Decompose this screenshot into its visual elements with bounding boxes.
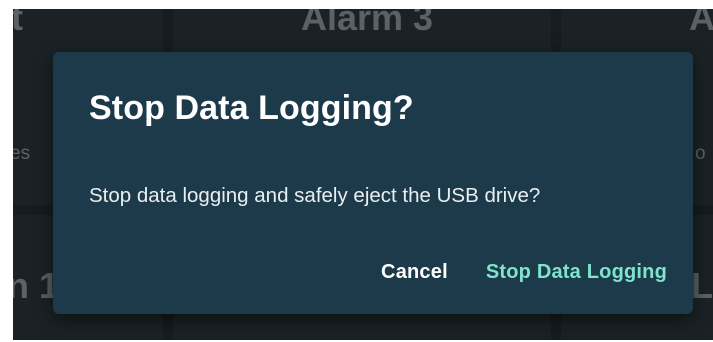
background-tile-label: L (691, 265, 713, 306)
stop-logging-dialog: Stop Data Logging? Stop data logging and… (53, 52, 693, 314)
background-tile-label: t (13, 9, 23, 38)
dialog-title: Stop Data Logging? (89, 89, 414, 127)
background-tile-label: o (695, 143, 706, 164)
stop-data-logging-button[interactable]: Stop Data Logging (486, 257, 667, 288)
dialog-actions: Cancel Stop Data Logging (381, 257, 667, 288)
background-tile-label: es (13, 143, 31, 164)
background-tile-label: Alarm 3 (301, 9, 434, 38)
cancel-button[interactable]: Cancel (381, 257, 448, 288)
background-tile-label: A (689, 9, 713, 38)
dialog-message: Stop data logging and safely eject the U… (89, 184, 541, 207)
